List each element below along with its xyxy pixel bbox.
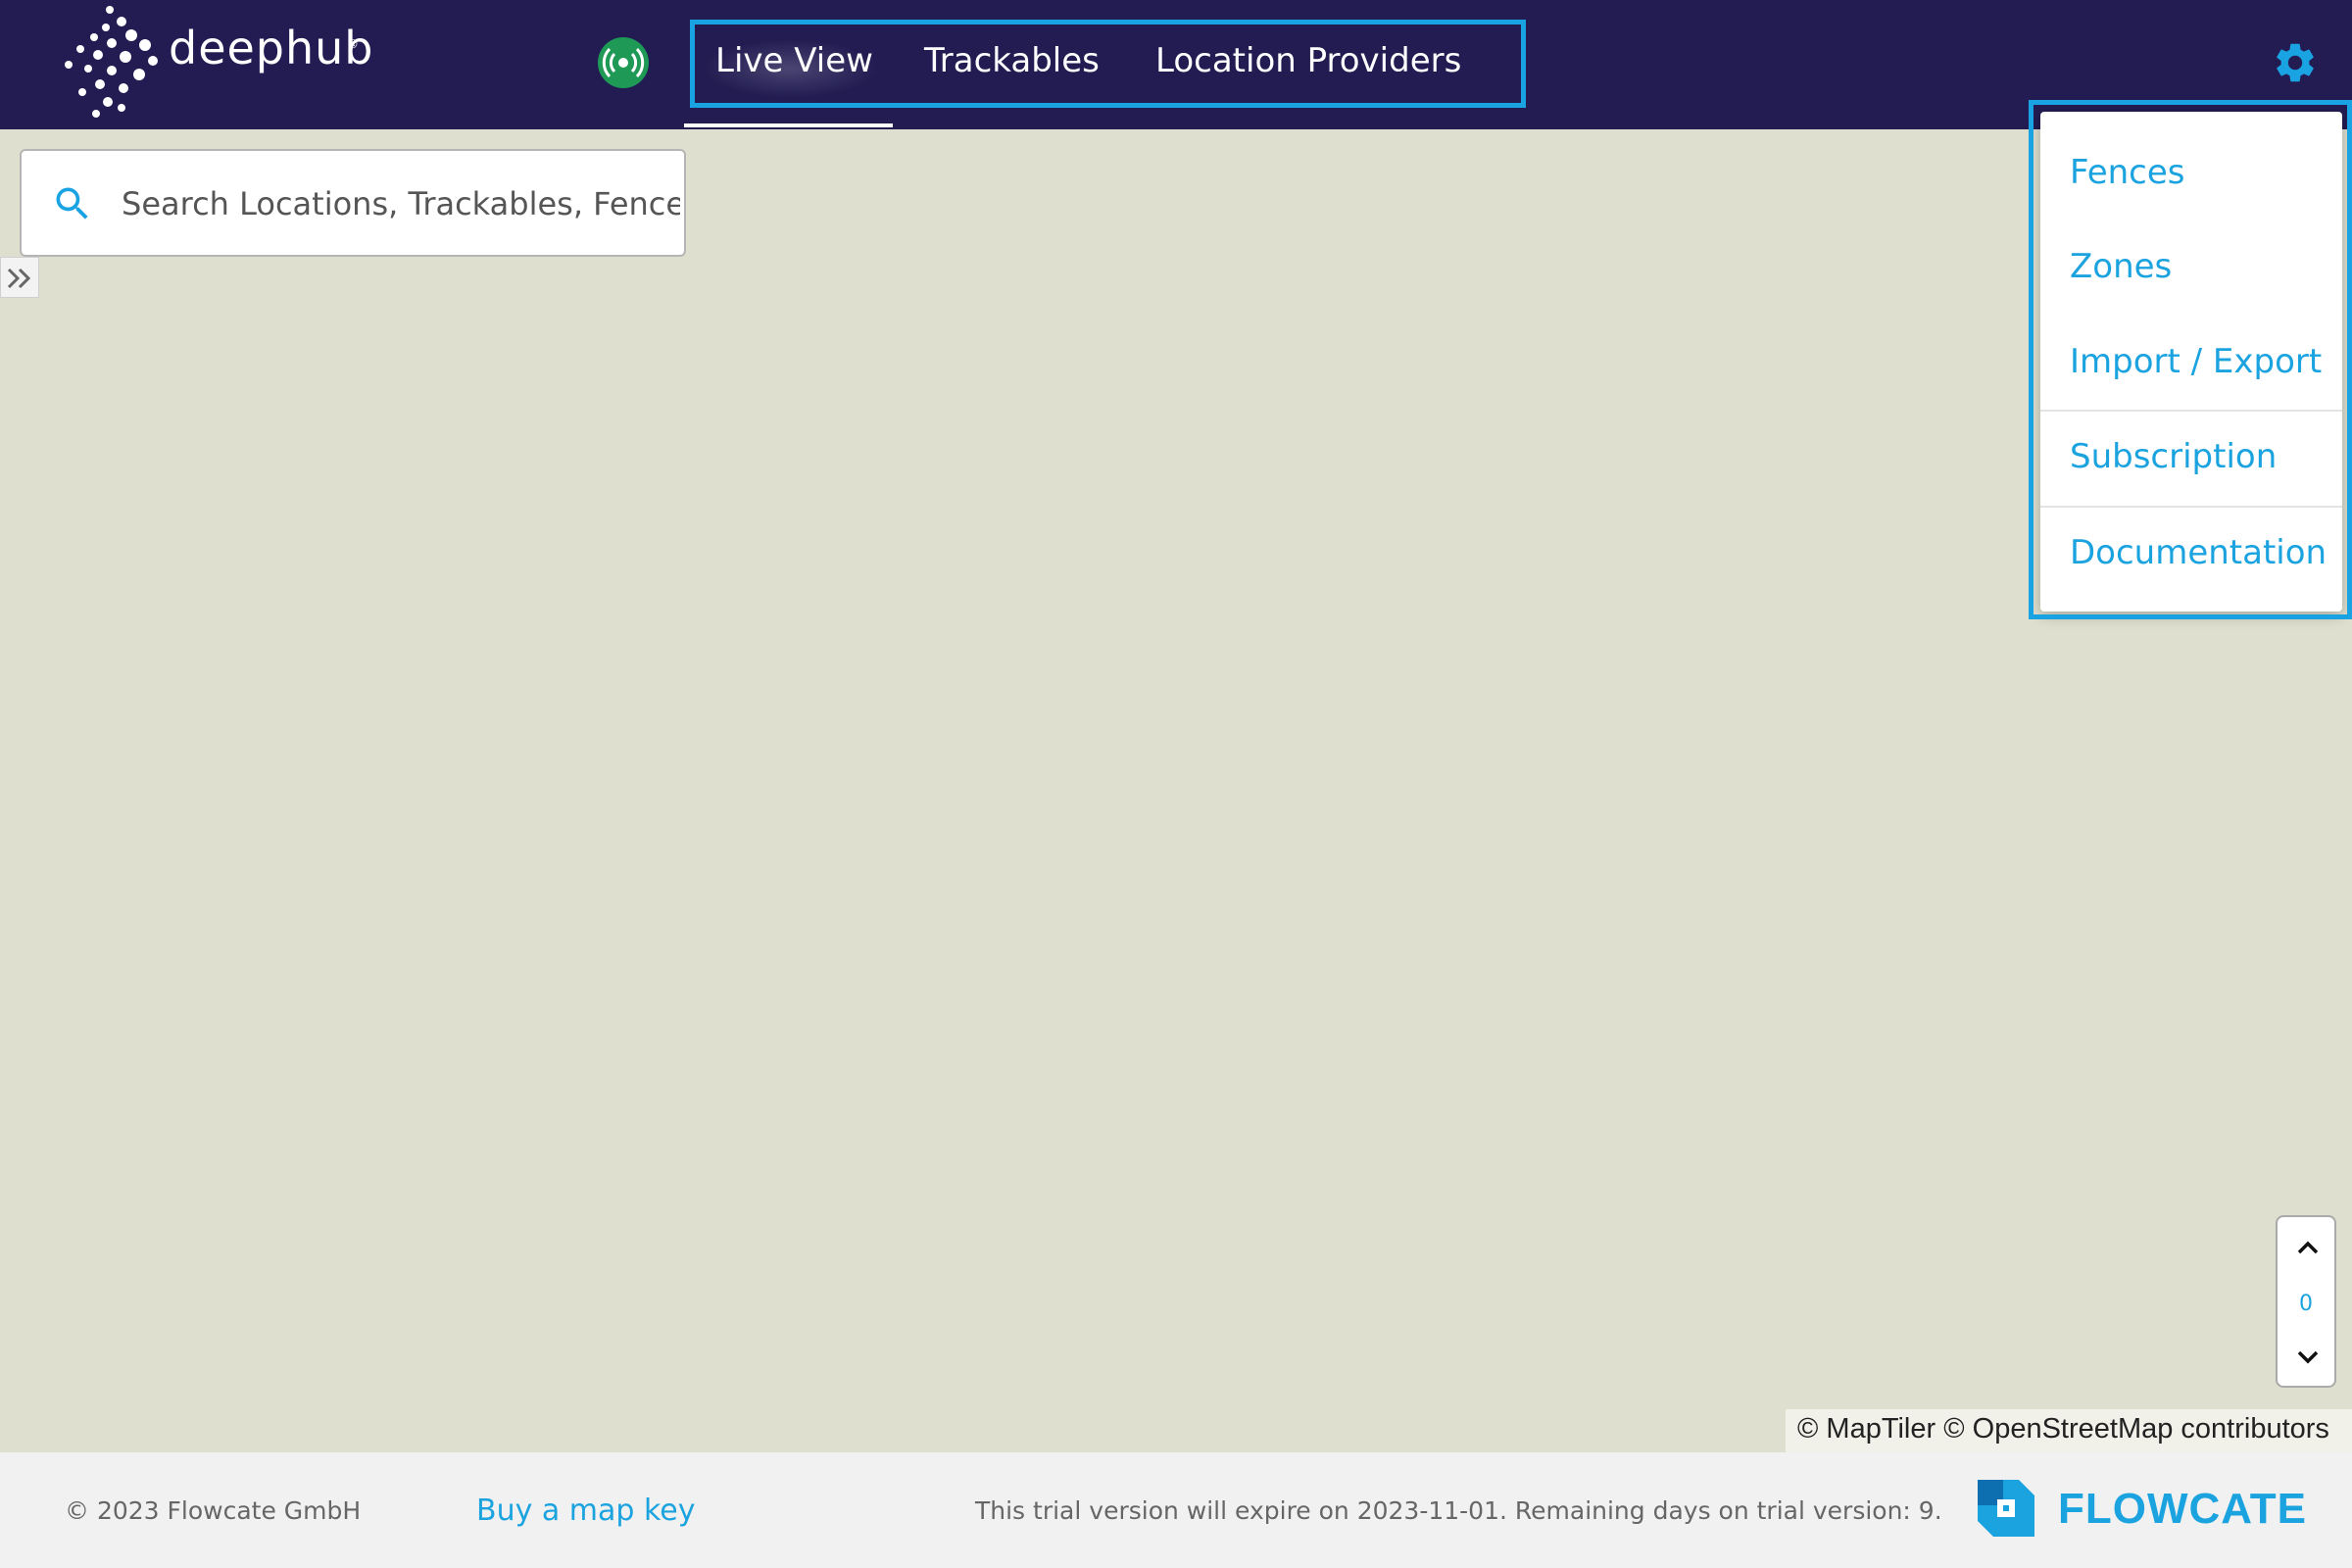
gear-icon[interactable] (2272, 39, 2319, 86)
flowcate-logo-icon[interactable] (1974, 1476, 2038, 1541)
double-chevron-right-icon (7, 268, 31, 289)
trial-notice: This trial version will expire on 2023-1… (975, 1496, 1942, 1525)
copyright-text: © 2023 Flowcate GmbH (65, 1496, 362, 1525)
search-box (20, 149, 686, 257)
expand-sidebar-button[interactable] (0, 257, 39, 298)
map-attribution[interactable]: © MapTiler © OpenStreetMap contributors (1786, 1409, 2352, 1452)
search-icon[interactable] (51, 182, 94, 225)
top-navbar: deephub ® Live View Trackables Location … (0, 0, 2352, 129)
active-tab-indicator (684, 123, 893, 127)
tab-location-providers[interactable]: Location Providers (1155, 41, 1461, 80)
logo-registered-mark: ® (347, 37, 359, 51)
floor-level-control: 0 (2276, 1215, 2336, 1388)
chevron-up-icon[interactable] (2293, 1233, 2323, 1262)
buy-map-key-link[interactable]: Buy a map key (476, 1494, 696, 1528)
footer: © 2023 Flowcate GmbH Buy a map key This … (0, 1452, 2352, 1568)
chevron-down-icon[interactable] (2293, 1343, 2323, 1372)
settings-menu-highlight (2029, 100, 2352, 619)
floor-level-value: 0 (2299, 1292, 2313, 1316)
flowcate-wordmark: FLOWCATE (2058, 1485, 2308, 1533)
logo-wordmark: deephub (169, 22, 374, 74)
map-canvas[interactable] (0, 129, 2352, 1452)
tab-live-view[interactable]: Live View (715, 41, 873, 80)
search-input[interactable] (122, 178, 680, 229)
broadcast-icon[interactable] (598, 37, 649, 88)
tab-trackables[interactable]: Trackables (924, 41, 1100, 80)
